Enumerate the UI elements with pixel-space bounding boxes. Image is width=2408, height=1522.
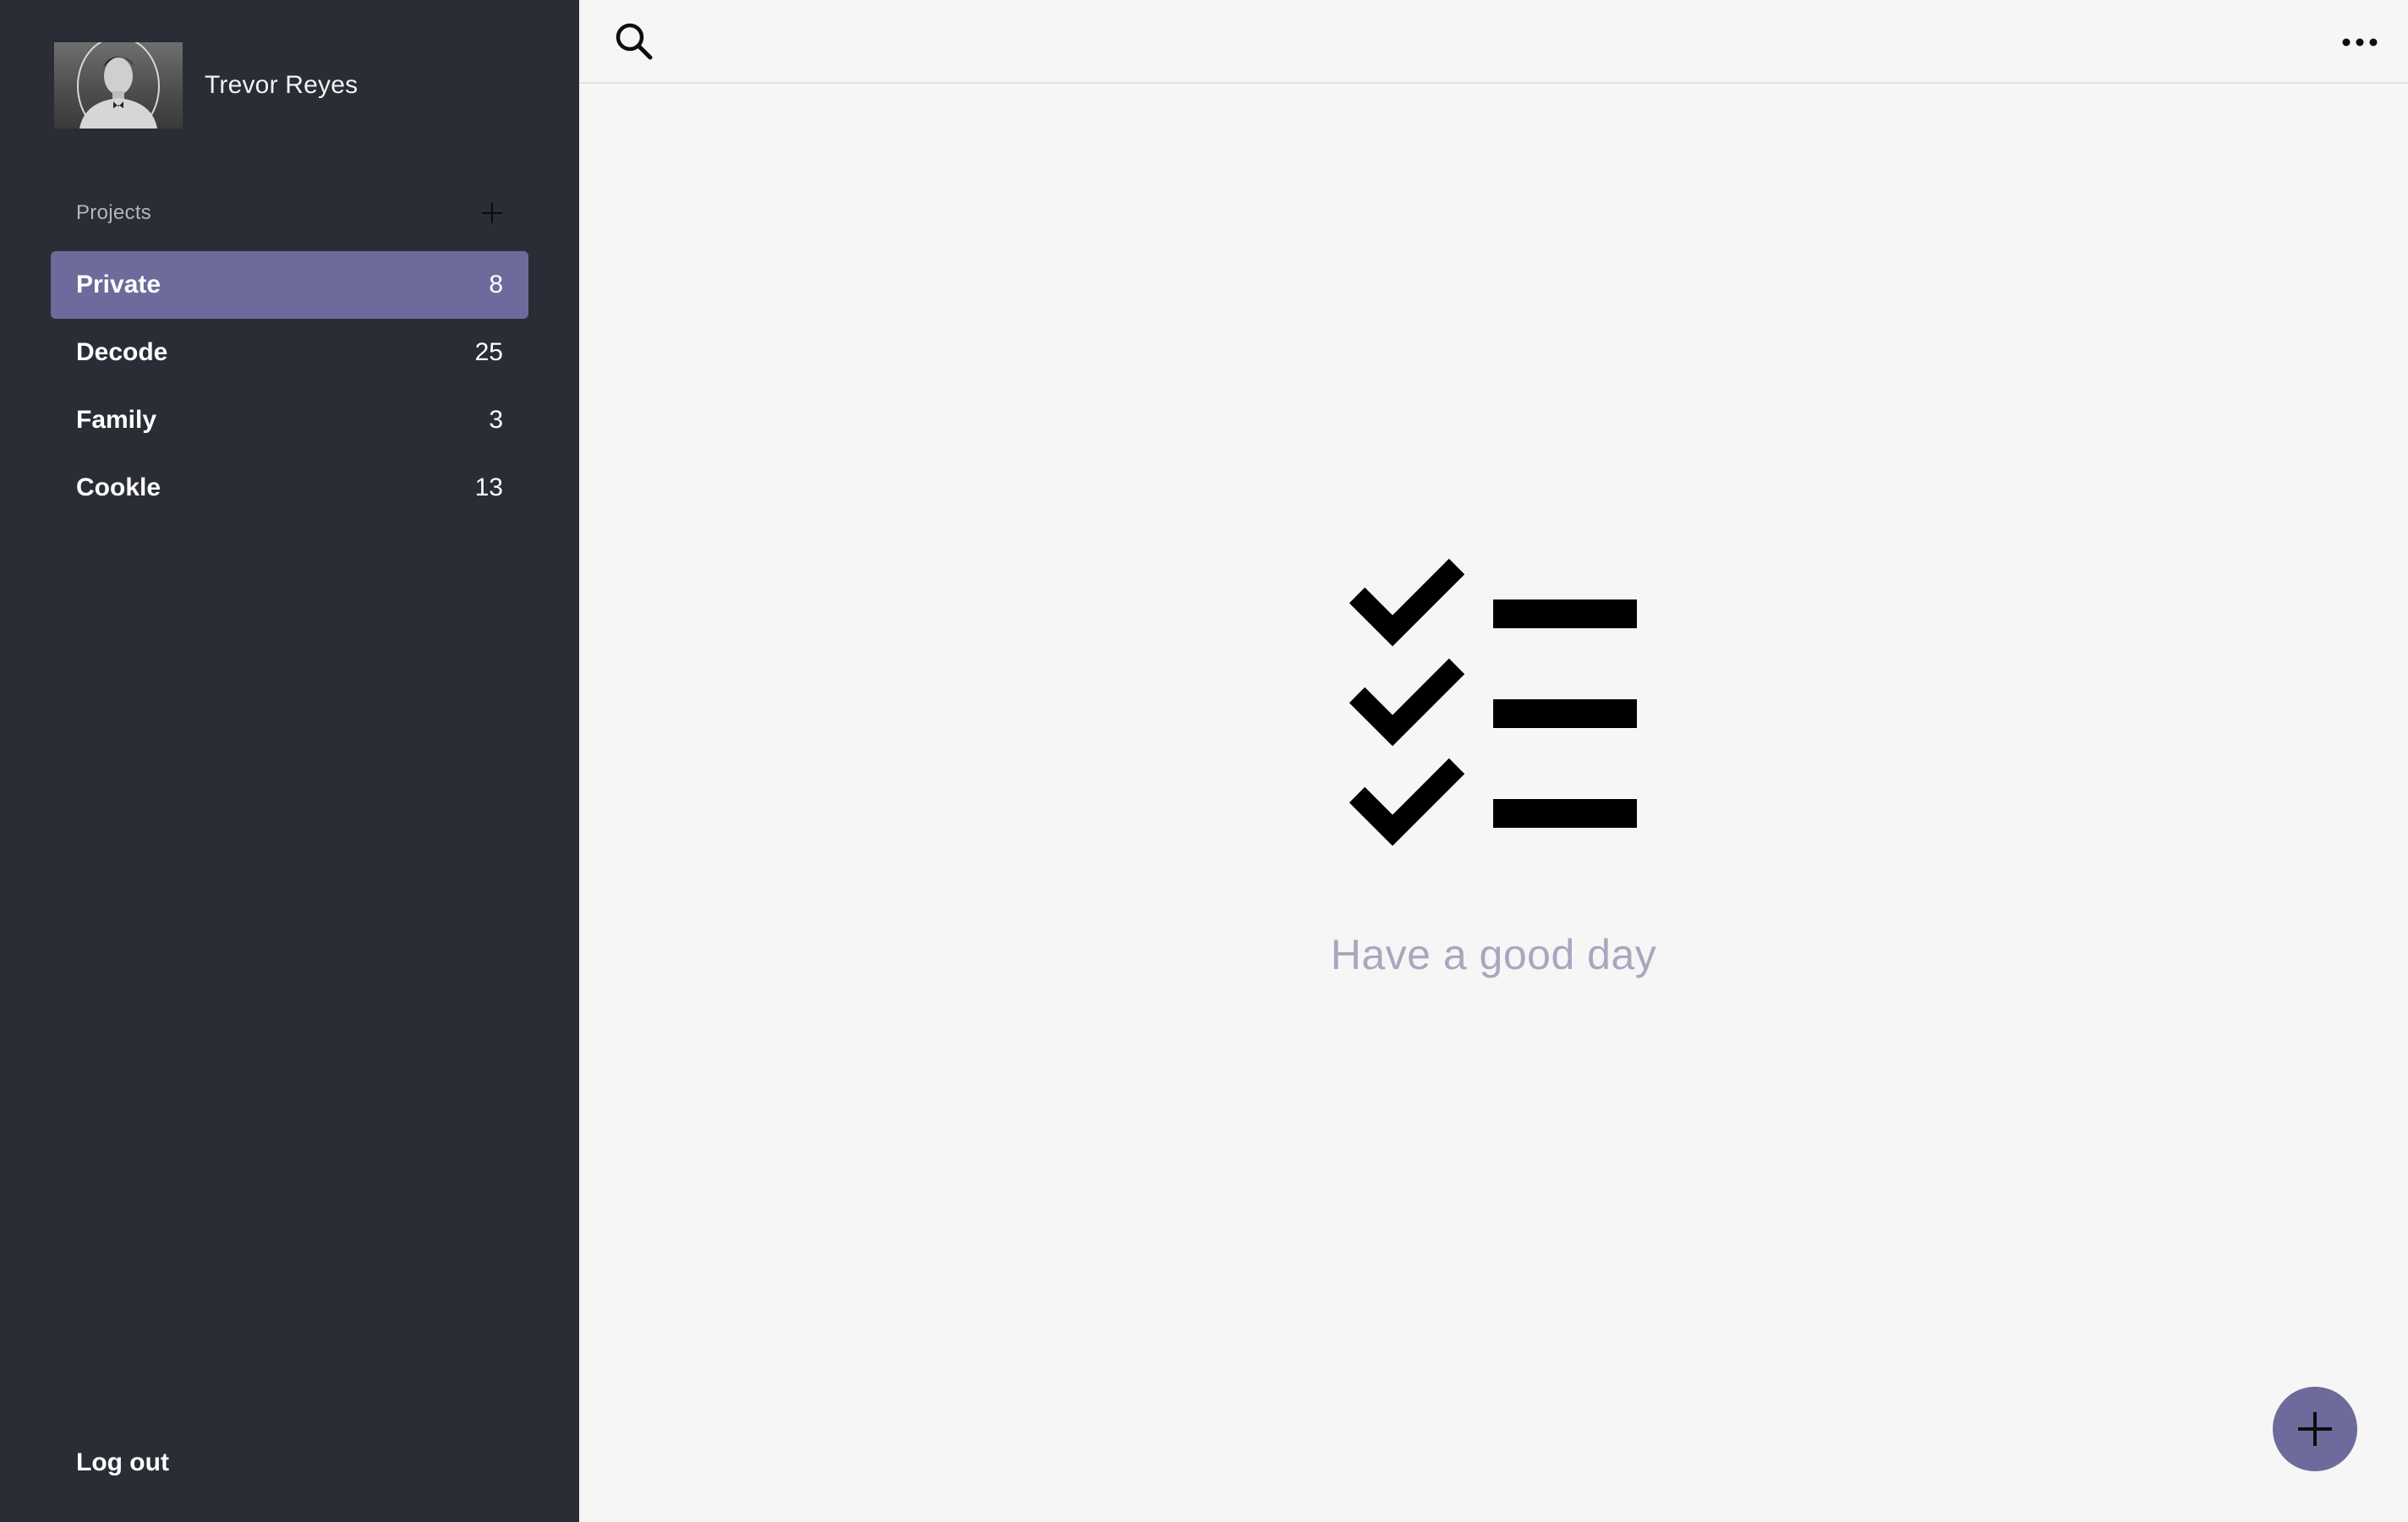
logout-button[interactable]: Log out (76, 1448, 169, 1477)
checklist-icon (1349, 558, 1637, 846)
add-project-button[interactable] (477, 198, 507, 228)
avatar (54, 42, 183, 129)
projects-header: Projects (76, 196, 507, 230)
sidebar-item-private[interactable]: Private 8 (51, 251, 528, 319)
empty-state-message: Have a good day (1330, 931, 1657, 978)
sidebar-item-label: Family (76, 406, 157, 434)
sidebar-item-count: 8 (489, 271, 503, 298)
sidebar-item-decode[interactable]: Decode 25 (51, 319, 528, 386)
user-name: Trevor Reyes (205, 71, 358, 99)
empty-state: Have a good day (579, 0, 2408, 1522)
app-window: Trevor Reyes Projects Private 8 Decode 2… (0, 0, 2408, 1522)
sidebar-item-family[interactable]: Family 3 (51, 386, 528, 454)
sidebar: Trevor Reyes Projects Private 8 Decode 2… (0, 0, 579, 1522)
add-task-button[interactable] (2273, 1387, 2357, 1471)
plus-icon (2298, 1412, 2332, 1446)
sidebar-item-label: Cookle (76, 474, 161, 501)
user-profile[interactable]: Trevor Reyes (54, 34, 358, 137)
plus-icon (482, 203, 502, 223)
sidebar-item-count: 3 (489, 406, 503, 434)
sidebar-item-count: 13 (474, 474, 503, 501)
projects-title: Projects (76, 201, 152, 224)
sidebar-item-label: Private (76, 271, 161, 298)
sidebar-item-cookle[interactable]: Cookle 13 (51, 454, 528, 522)
main-content: Have a good day (579, 0, 2408, 1522)
project-list: Private 8 Decode 25 Family 3 Cookle 13 (51, 251, 528, 522)
sidebar-item-count: 25 (474, 338, 503, 366)
sidebar-item-label: Decode (76, 338, 168, 366)
